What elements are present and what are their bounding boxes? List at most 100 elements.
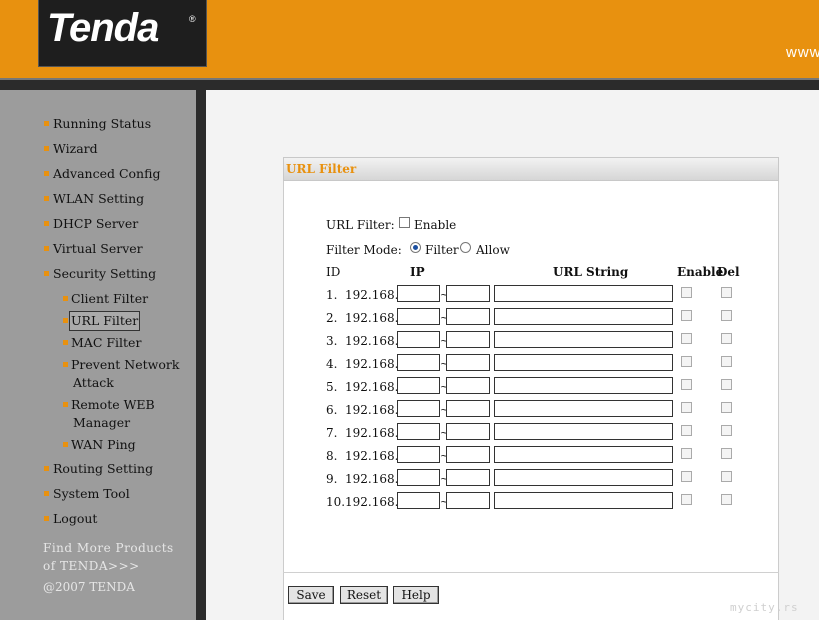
sidebar-subitem-url-filter[interactable]: URL Filter [69,311,141,331]
url-string-input[interactable] [494,377,673,394]
row-delete-checkbox[interactable] [721,287,732,298]
ip-end-input[interactable] [446,469,490,486]
bullet-icon [44,196,49,201]
logo-registered-mark: ® [189,14,196,24]
url-string-input[interactable] [494,308,673,325]
bullet-icon [44,121,49,126]
sidebar-item-virtual-server[interactable]: Virtual Server [53,241,143,256]
row-id: 9. [326,472,338,486]
copyright-text: @2007 TENDA [43,580,135,594]
sidebar-item-wizard[interactable]: Wizard [53,141,98,156]
row-id: 6. [326,403,338,417]
row-delete-checkbox[interactable] [721,402,732,413]
ip-start-input[interactable] [397,492,440,509]
ip-start-input[interactable] [397,285,440,302]
row-enable-checkbox[interactable] [681,287,692,298]
help-button[interactable]: Help [393,586,439,604]
save-button[interactable]: Save [288,586,334,604]
filter-mode-filter-radio[interactable] [410,242,421,253]
find-more-products-link[interactable]: Find More Products of TENDA>>> [43,539,174,575]
bullet-icon [63,296,68,301]
find-more-line1[interactable]: Find More Products [43,539,174,557]
row-enable-checkbox[interactable] [681,333,692,344]
row-delete-checkbox[interactable] [721,494,732,505]
filter-mode-filter-label: Filter [425,243,459,257]
row-delete-checkbox[interactable] [721,310,732,321]
url-string-input[interactable] [494,285,673,302]
sidebar-subitem-remote-web-manager[interactable]: Remote WEB [71,396,155,414]
ip-end-input[interactable] [446,423,490,440]
sidebar-item-system-tool[interactable]: System Tool [53,486,130,501]
sidebar-item-wlan-setting[interactable]: WLAN Setting [53,191,144,206]
sidebar-subitem-mac-filter[interactable]: MAC Filter [71,334,141,352]
row-enable-checkbox[interactable] [681,448,692,459]
row-enable-checkbox[interactable] [681,425,692,436]
sidebar-item-logout[interactable]: Logout [53,511,97,526]
ip-start-input[interactable] [397,423,440,440]
sidebar-item-advanced-config[interactable]: Advanced Config [53,166,160,181]
bullet-icon [63,402,68,407]
watermark-text: mycity.rs [730,601,799,614]
filter-mode-allow-radio[interactable] [460,242,471,253]
ip-end-input[interactable] [446,446,490,463]
find-more-line2[interactable]: of TENDA>>> [43,557,174,575]
row-delete-checkbox[interactable] [721,425,732,436]
ip-start-input[interactable] [397,308,440,325]
ip-end-input[interactable] [446,377,490,394]
sidebar-subitem-wan-ping[interactable]: WAN Ping [71,436,136,454]
row-id: 3. [326,334,338,348]
row-id: 7. [326,426,338,440]
url-filter-enable-checkbox[interactable] [399,217,410,228]
bullet-icon [44,516,49,521]
sidebar-item-dhcp-server[interactable]: DHCP Server [53,216,138,231]
url-string-input[interactable] [494,354,673,371]
ip-start-input[interactable] [397,354,440,371]
sidebar-item-running-status[interactable]: Running Status [53,116,151,131]
column-header-del: Del [717,265,740,279]
header-banner: Tenda ® www [0,0,819,78]
ip-start-input[interactable] [397,400,440,417]
row-enable-checkbox[interactable] [681,494,692,505]
sidebar-item-security-setting[interactable]: Security Setting [53,266,156,281]
ip-start-input[interactable] [397,469,440,486]
bullet-icon [44,171,49,176]
row-enable-checkbox[interactable] [681,379,692,390]
sidebar-subitem-remote-web-manager-line2[interactable]: Manager [73,414,130,432]
sidebar-subitem-client-filter[interactable]: Client Filter [71,290,148,308]
ip-end-input[interactable] [446,492,490,509]
row-id: 5. [326,380,338,394]
row-enable-checkbox[interactable] [681,356,692,367]
ip-end-input[interactable] [446,354,490,371]
ip-start-input[interactable] [397,331,440,348]
ip-end-input[interactable] [446,400,490,417]
url-string-input[interactable] [494,423,673,440]
bullet-icon [44,491,49,496]
url-string-input[interactable] [494,331,673,348]
url-filter-enable-label: Enable [414,218,457,232]
ip-start-input[interactable] [397,446,440,463]
row-enable-checkbox[interactable] [681,402,692,413]
sidebar-item-routing-setting[interactable]: Routing Setting [53,461,153,476]
bullet-icon [44,221,49,226]
row-enable-checkbox[interactable] [681,471,692,482]
ip-end-input[interactable] [446,285,490,302]
url-string-input[interactable] [494,400,673,417]
url-string-input[interactable] [494,469,673,486]
ip-end-input[interactable] [446,331,490,348]
row-delete-checkbox[interactable] [721,356,732,367]
url-string-input[interactable] [494,492,673,509]
ip-start-input[interactable] [397,377,440,394]
row-delete-checkbox[interactable] [721,471,732,482]
url-string-input[interactable] [494,446,673,463]
row-delete-checkbox[interactable] [721,448,732,459]
sidebar-subitem-prevent-network-attack-line2[interactable]: Attack [73,374,114,392]
ip-end-input[interactable] [446,308,490,325]
row-delete-checkbox[interactable] [721,333,732,344]
row-delete-checkbox[interactable] [721,379,732,390]
sidebar-subitem-prevent-network-attack[interactable]: Prevent Network [71,356,179,374]
row-enable-checkbox[interactable] [681,310,692,321]
reset-button[interactable]: Reset [340,586,388,604]
column-header-id: ID [326,265,341,279]
bullet-icon [44,271,49,276]
header-www-text: www [786,44,819,61]
